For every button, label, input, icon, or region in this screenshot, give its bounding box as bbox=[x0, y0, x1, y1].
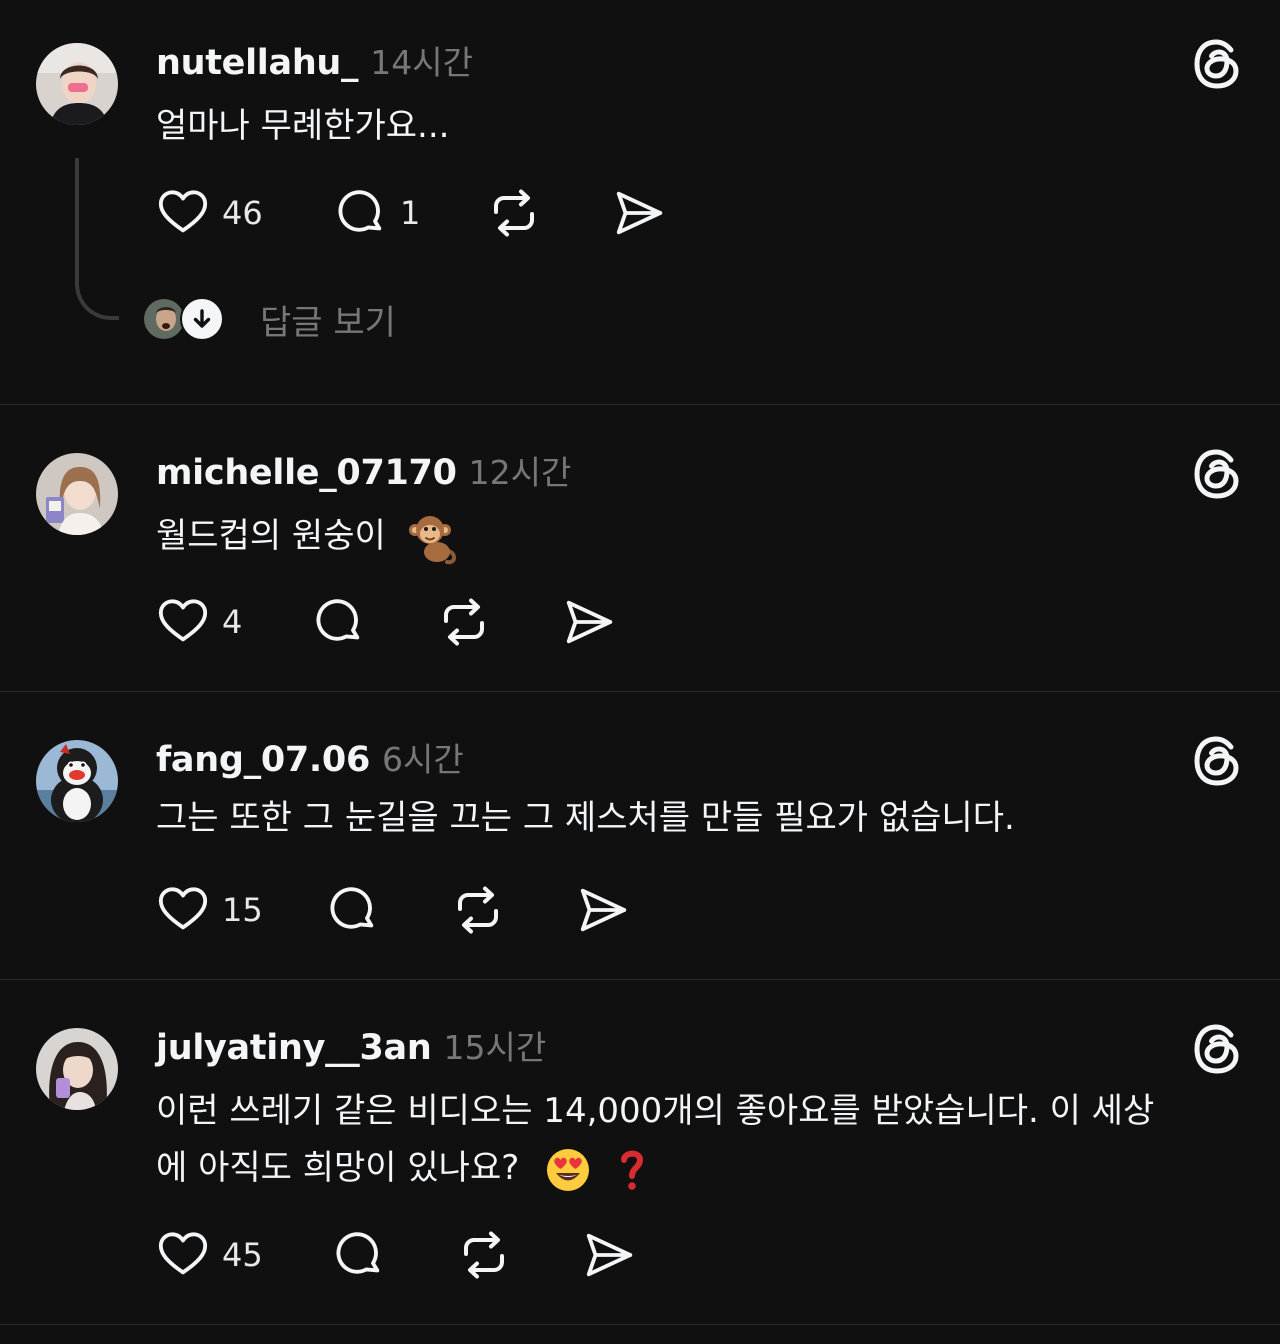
post-header: nutellahu_ 14시간 bbox=[156, 36, 473, 84]
timestamp: 12시간 bbox=[468, 453, 572, 492]
avatar[interactable] bbox=[36, 740, 118, 822]
send-icon bbox=[576, 882, 630, 938]
threads-logo-icon[interactable] bbox=[1190, 1021, 1244, 1077]
reply-count: 1 bbox=[400, 194, 421, 232]
comment-icon bbox=[334, 185, 388, 241]
monkey-emoji bbox=[408, 515, 456, 564]
like-count: 15 bbox=[222, 891, 263, 929]
comment-icon bbox=[326, 882, 380, 938]
share-button[interactable] bbox=[576, 882, 630, 938]
post-text-line-with-emoji: 에 아직도 희망이 있나요? bbox=[156, 1140, 1236, 1197]
like-count: 45 bbox=[222, 1236, 263, 1274]
post-text-line: 이런 쓰레기 같은 비디오는 14,000개의 좋아요를 받았습니다. 이 세상 bbox=[156, 1091, 1155, 1131]
timestamp: 15시간 bbox=[443, 1028, 547, 1067]
threads-logo-icon[interactable] bbox=[1190, 36, 1244, 92]
timestamp: 14시간 bbox=[370, 43, 473, 82]
timestamp: 6시간 bbox=[382, 740, 464, 779]
avatar[interactable] bbox=[36, 43, 118, 125]
post-text: 이런 쓰레기 같은 비디오는 14,000개의 좋아요를 받았습니다. 이 세상… bbox=[156, 1083, 1236, 1197]
red-question-mark-emoji bbox=[620, 1150, 643, 1190]
like-button[interactable]: 15 bbox=[156, 882, 263, 938]
send-icon bbox=[582, 1227, 636, 1283]
like-button[interactable]: 4 bbox=[156, 594, 242, 650]
reply-button[interactable] bbox=[312, 594, 366, 650]
post-card: fang_07.06 6시간 그는 또한 그 눈길을 끄는 그 제스처를 만들 … bbox=[0, 692, 1280, 980]
post-header: fang_07.06 6시간 bbox=[156, 733, 464, 781]
post-card: michelle_07170 12시간 월드컵의 원숭이 4 bbox=[0, 405, 1280, 692]
like-button[interactable]: 45 bbox=[156, 1227, 263, 1283]
replies-feed: nutellahu_ 14시간 얼마나 무례한가요... 46 1 답글 보기 … bbox=[0, 0, 1280, 1344]
post-text-content: 에 아직도 희망이 있나요? bbox=[156, 1148, 520, 1188]
comment-icon bbox=[332, 1227, 386, 1283]
reply-button[interactable] bbox=[332, 1227, 386, 1283]
username[interactable]: nutellahu_ bbox=[156, 43, 359, 83]
avatar[interactable] bbox=[36, 453, 118, 535]
post-text-content: 월드컵의 원숭이 bbox=[156, 516, 386, 556]
repost-button[interactable] bbox=[436, 594, 492, 650]
like-button[interactable]: 46 bbox=[156, 185, 263, 241]
heart-icon bbox=[156, 594, 210, 650]
post-text: 월드컵의 원숭이 bbox=[156, 508, 1236, 566]
share-button[interactable] bbox=[582, 1227, 636, 1283]
post-card: nutellahu_ 14시간 얼마나 무례한가요... 46 1 답글 보기 bbox=[0, 0, 1280, 405]
repost-icon bbox=[456, 1227, 512, 1283]
like-count: 46 bbox=[222, 194, 263, 232]
username[interactable]: michelle_07170 bbox=[156, 453, 457, 493]
repost-button[interactable] bbox=[486, 185, 542, 241]
reply-button[interactable] bbox=[326, 882, 380, 938]
comment-icon bbox=[312, 594, 366, 650]
reply-button[interactable]: 1 bbox=[334, 185, 420, 241]
post-card: julyatiny__3an 15시간 이런 쓰레기 같은 비디오는 14,00… bbox=[0, 980, 1280, 1325]
heart-icon bbox=[156, 185, 210, 241]
view-replies-row[interactable]: 답글 보기 bbox=[142, 295, 396, 344]
threads-logo-icon[interactable] bbox=[1190, 733, 1244, 789]
share-button[interactable] bbox=[562, 594, 616, 650]
repost-icon bbox=[450, 882, 506, 938]
heart-eyes-emoji bbox=[547, 1148, 590, 1191]
post-text: 얼마나 무례한가요... bbox=[156, 106, 450, 146]
threads-logo-icon[interactable] bbox=[1190, 446, 1244, 502]
heart-icon bbox=[156, 882, 210, 938]
repost-button[interactable] bbox=[450, 882, 506, 938]
post-header: julyatiny__3an 15시간 bbox=[156, 1021, 546, 1069]
repost-icon bbox=[436, 594, 492, 650]
repost-icon bbox=[486, 185, 542, 241]
send-icon bbox=[612, 185, 666, 241]
view-replies-link[interactable]: 답글 보기 bbox=[260, 295, 396, 344]
username[interactable]: julyatiny__3an bbox=[156, 1028, 432, 1068]
post-text: 그는 또한 그 눈길을 끄는 그 제스처를 만들 필요가 없습니다. bbox=[156, 798, 1015, 838]
post-header: michelle_07170 12시간 bbox=[156, 446, 571, 494]
heart-icon bbox=[156, 1227, 210, 1283]
avatar[interactable] bbox=[36, 1028, 118, 1110]
thread-connector-line bbox=[75, 158, 119, 320]
share-button[interactable] bbox=[612, 185, 666, 241]
arrow-down-icon bbox=[180, 297, 224, 341]
send-icon bbox=[562, 594, 616, 650]
repost-button[interactable] bbox=[456, 1227, 512, 1283]
like-count: 4 bbox=[222, 603, 243, 641]
username[interactable]: fang_07.06 bbox=[156, 740, 370, 780]
